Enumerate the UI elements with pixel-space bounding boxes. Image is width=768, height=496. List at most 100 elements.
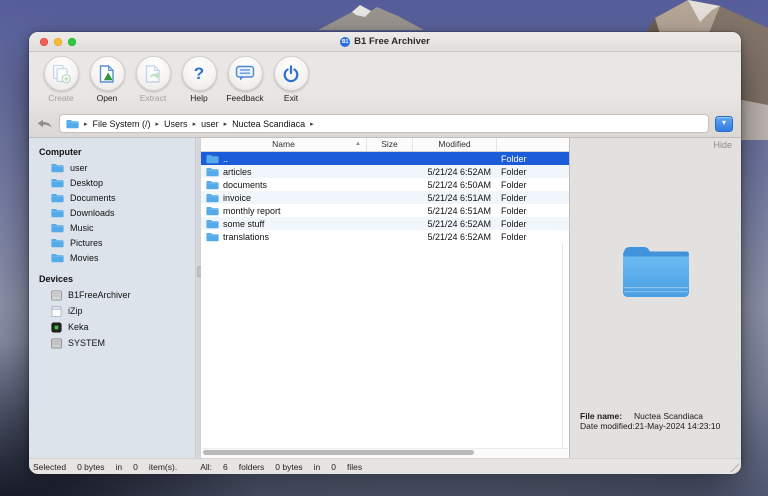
extract-archive-icon: [145, 64, 161, 83]
sidebar-item-label: SYSTEM: [68, 338, 106, 348]
horizontal-scrollbar-track[interactable]: [202, 448, 568, 457]
minimize-window-button[interactable]: [54, 37, 62, 46]
extract-button[interactable]: Extract: [130, 56, 176, 103]
sidebar-item-label: Downloads: [70, 207, 115, 218]
folder-icon: [51, 178, 64, 187]
sidebar-item-label: B1FreeArchiver: [68, 290, 131, 300]
sidebar-item-label: Music: [70, 222, 94, 233]
status-selected-bytes: 0 bytes: [77, 461, 105, 472]
help-button-label: Help: [190, 93, 208, 103]
sidebar-item-label: Movies: [70, 252, 99, 263]
drive-icon: [51, 337, 62, 349]
sidebar-item-izip[interactable]: iZip: [29, 303, 195, 319]
sidebar-item-movies[interactable]: Movies: [29, 250, 195, 265]
sidebar-item-keka[interactable]: Keka: [29, 319, 195, 335]
file-row-articles[interactable]: articles 5/21/24 6:52AM Folder: [201, 165, 569, 178]
close-window-button[interactable]: [40, 37, 48, 46]
exit-button-label: Exit: [283, 93, 299, 103]
folder-icon: [51, 223, 64, 232]
sidebar-item-label: user: [70, 162, 88, 173]
status-in-word2: in: [313, 461, 321, 472]
feedback-button[interactable]: Feedback: [222, 56, 268, 103]
file-row-some-stuff[interactable]: some stuff 5/21/24 6:52AM Folder: [201, 217, 569, 230]
feedback-speech-bubble-icon: [235, 65, 255, 81]
folder-icon: [51, 238, 64, 247]
breadcrumb-item-file-system[interactable]: File System (/): [93, 119, 151, 129]
sidebar-item-pictures[interactable]: Pictures: [29, 235, 195, 250]
folder-icon: [206, 180, 219, 189]
folder-icon: [206, 167, 219, 176]
folder-icon: [51, 193, 64, 202]
date-modified-value: 21-May-2024 14:23:10: [634, 421, 721, 432]
status-selected-count: 0: [133, 461, 138, 472]
column-header-modified[interactable]: Modified: [413, 138, 497, 151]
file-name-value: Nuctea Scandiaca: [634, 410, 704, 421]
exit-power-icon: [283, 64, 299, 82]
status-folders-word: folders: [238, 461, 265, 472]
folder-icon: [51, 208, 64, 217]
chevron-down-icon: ▾: [721, 117, 726, 127]
breadcrumb-item-user[interactable]: user: [201, 119, 219, 129]
window-resize-grip[interactable]: [729, 462, 739, 472]
help-button[interactable]: ? Help: [176, 56, 222, 103]
sidebar-item-desktop[interactable]: Desktop: [29, 175, 195, 190]
column-header-size[interactable]: Size: [367, 138, 413, 151]
file-row-translations[interactable]: translations 5/21/24 6:52AM Folder: [201, 230, 569, 243]
sidebar-item-user[interactable]: user: [29, 160, 195, 175]
sidebar-item-label: Desktop: [70, 177, 104, 188]
status-selected-label: Selected: [33, 461, 67, 472]
file-row-parent-dir[interactable]: .. Folder: [201, 152, 569, 165]
breadcrumb-separator-icon: ▸: [155, 120, 160, 128]
exit-button[interactable]: Exit: [268, 56, 314, 103]
open-button-label: Open: [96, 93, 118, 103]
sidebar-item-b1freearchiver[interactable]: B1FreeArchiver: [29, 287, 195, 303]
folder-icon: [206, 206, 219, 215]
back-button[interactable]: [37, 119, 52, 128]
breadcrumb-item-nuctea-scandiaca[interactable]: Nuctea Scandiaca: [232, 119, 305, 129]
app-window: B1 B1 Free Archiver Create Open Extract …: [29, 32, 741, 474]
file-row-monthly-report[interactable]: monthly report 5/21/24 6:51AM Folder: [201, 204, 569, 217]
zoom-window-button[interactable]: [68, 37, 76, 46]
breadcrumb-separator-icon: ▸: [223, 120, 228, 128]
folder-preview-icon: [622, 247, 689, 297]
path-bar: ▸ File System (/) ▸ Users ▸ user ▸ Nucte…: [29, 110, 741, 138]
sidebar: Computer user Desktop Documents Download…: [29, 138, 196, 458]
file-row-invoice[interactable]: invoice 5/21/24 6:51AM Folder: [201, 191, 569, 204]
breadcrumb-separator-icon: ▸: [310, 120, 314, 128]
breadcrumb: ▸ File System (/) ▸ Users ▸ user ▸ Nucte…: [59, 114, 709, 133]
sort-ascending-icon: ▲: [355, 141, 361, 147]
file-row-documents[interactable]: documents 5/21/24 6:50AM Folder: [201, 178, 569, 191]
folder-icon: [206, 232, 219, 241]
keka-app-icon: [51, 321, 62, 333]
breadcrumb-separator-icon: ▸: [84, 120, 88, 128]
hide-preview-link[interactable]: Hide: [713, 140, 732, 150]
content-area: Computer user Desktop Documents Download…: [29, 138, 741, 458]
sidebar-item-documents[interactable]: Documents: [29, 190, 195, 205]
column-header-type[interactable]: [497, 138, 569, 151]
toolbar: Create Open Extract ? Help Feedback Exit: [29, 52, 741, 110]
help-question-icon: ?: [193, 64, 205, 83]
sidebar-item-downloads[interactable]: Downloads: [29, 205, 195, 220]
extract-button-label: Extract: [139, 93, 167, 103]
back-arrow-icon: [37, 119, 52, 128]
open-button[interactable]: Open: [84, 56, 130, 103]
path-dropdown-button[interactable]: ▾: [715, 115, 733, 132]
sidebar-item-label: Pictures: [70, 237, 103, 248]
sidebar-item-label: iZip: [68, 306, 83, 316]
horizontal-scrollbar-thumb[interactable]: [203, 450, 474, 455]
status-items-word: item(s).: [148, 461, 178, 472]
breadcrumb-item-users[interactable]: Users: [164, 119, 188, 129]
folder-icon: [206, 154, 219, 163]
status-file-count: 0: [331, 461, 337, 472]
file-list-header: Name ▲ Size Modified: [201, 138, 569, 152]
sidebar-item-music[interactable]: Music: [29, 220, 195, 235]
column-header-name[interactable]: Name ▲: [201, 138, 367, 151]
breadcrumb-separator-icon: ▸: [192, 120, 197, 128]
create-button[interactable]: Create: [38, 56, 84, 103]
folder-icon: [51, 253, 64, 262]
file-name-label: File name:: [580, 410, 623, 421]
status-folder-count: 6: [223, 461, 228, 472]
sidebar-item-system[interactable]: SYSTEM: [29, 335, 195, 351]
preview-panel: Hide File name: Nuctea Scandiaca Date mo…: [570, 138, 741, 458]
folder-icon: [206, 219, 219, 228]
